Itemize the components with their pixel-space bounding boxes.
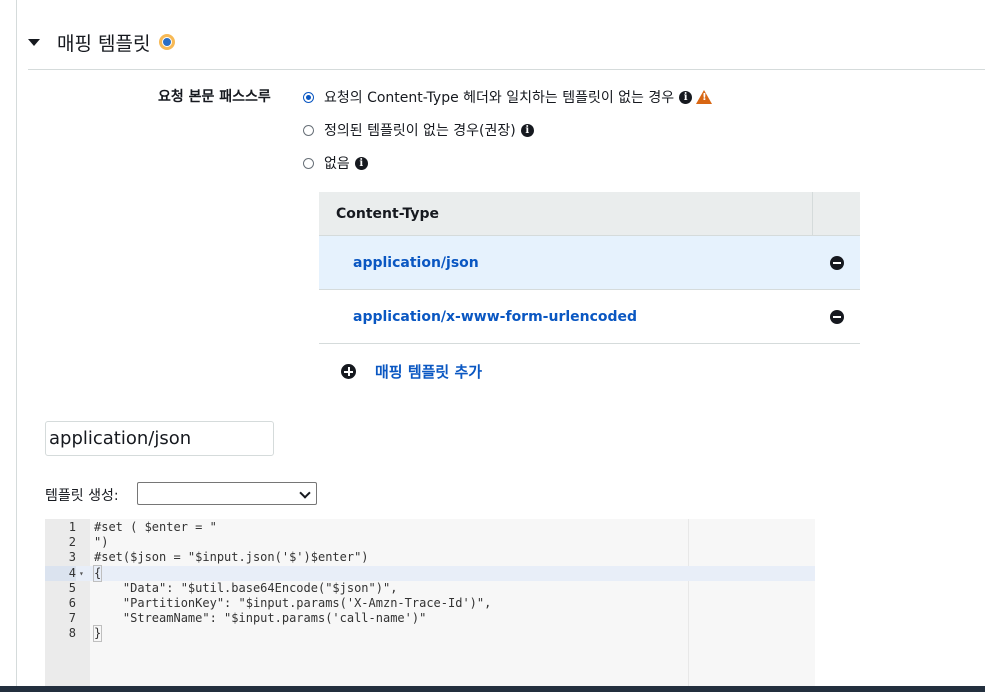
line-number: 5 bbox=[68, 580, 76, 595]
section-header[interactable]: 매핑 템플릿 bbox=[28, 28, 176, 56]
info-icon[interactable]: i bbox=[520, 123, 534, 137]
code-text: "PartitionKey": "$input.params('X-Amzn-T… bbox=[94, 596, 492, 610]
code-text: "Data": "$util.base64Encode("$json")", bbox=[94, 580, 398, 595]
option-label: 요청의 Content-Type 헤더와 일치하는 템플릿이 없는 경우 bbox=[324, 90, 675, 106]
code-text: #set ( $enter = " bbox=[94, 520, 217, 534]
add-mapping-template-label: 매핑 템플릿 추가 bbox=[375, 363, 483, 381]
table-header: Content-Type bbox=[319, 192, 860, 236]
code-line[interactable]: 8} bbox=[45, 625, 815, 643]
line-number: 3 bbox=[68, 550, 76, 565]
code-text: { bbox=[92, 564, 103, 582]
table-row[interactable]: application/json bbox=[319, 236, 860, 290]
content-type-input[interactable] bbox=[45, 421, 274, 456]
content-type-link[interactable]: application/json bbox=[353, 255, 479, 271]
option-label: 정의된 템플릿이 없는 경우(권장) bbox=[324, 123, 516, 139]
line-number: 8 bbox=[68, 626, 76, 641]
radio-button[interactable] bbox=[303, 124, 314, 136]
code-text: "StreamName": "$input.params('call-name'… bbox=[94, 611, 427, 626]
code-line[interactable]: 4 ▾ { bbox=[45, 564, 815, 582]
passthrough-label: 요청 본문 패스스루 bbox=[158, 89, 271, 105]
line-number: 1 bbox=[68, 520, 76, 534]
passthrough-option-when-no-match[interactable]: 요청의 Content-Type 헤더와 일치하는 템플릿이 없는 경우 i ! bbox=[303, 87, 713, 107]
radio-button[interactable] bbox=[303, 91, 314, 103]
code-line[interactable]: 5 "Data": "$util.base64Encode("$json")", bbox=[45, 581, 815, 596]
caret-down-icon[interactable] bbox=[28, 38, 40, 46]
code-line[interactable]: 6 "PartitionKey": "$input.params('X-Amzn… bbox=[45, 596, 815, 611]
plus-circle-icon bbox=[341, 364, 356, 379]
remove-icon[interactable] bbox=[830, 255, 844, 270]
code-line[interactable]: 1 #set ( $enter = " bbox=[45, 520, 815, 535]
fold-arrow-icon[interactable]: ▾ bbox=[79, 566, 84, 581]
table-row[interactable]: application/x-www-form-urlencoded bbox=[319, 290, 860, 344]
passthrough-option-when-no-templates[interactable]: 정의된 템플릿이 없는 경우(권장) i bbox=[303, 120, 534, 140]
radio-button[interactable] bbox=[303, 157, 314, 169]
left-border bbox=[16, 0, 17, 692]
line-number: 7 bbox=[68, 611, 76, 626]
content-type-link[interactable]: application/x-www-form-urlencoded bbox=[353, 309, 637, 325]
info-icon[interactable]: i bbox=[354, 156, 368, 170]
option-label: 없음 bbox=[324, 156, 350, 172]
code-text: #set($json = "$input.json('$')$enter") bbox=[94, 550, 369, 565]
line-number: 6 bbox=[68, 596, 76, 610]
code-text: ") bbox=[94, 535, 109, 550]
code-line[interactable]: 7 "StreamName": "$input.params('call-nam… bbox=[45, 611, 815, 626]
info-icon[interactable]: i bbox=[679, 90, 693, 104]
generate-template-select[interactable] bbox=[137, 482, 317, 505]
section-title: 매핑 템플릿 bbox=[57, 32, 151, 55]
line-number: 2 bbox=[68, 535, 76, 550]
section-divider bbox=[28, 69, 985, 70]
add-mapping-template-button[interactable]: 매핑 템플릿 추가 bbox=[341, 361, 482, 382]
generate-template-label: 템플릿 생성: bbox=[45, 488, 119, 504]
code-text: } bbox=[92, 625, 103, 643]
warning-icon: ! bbox=[696, 90, 713, 104]
remove-icon[interactable] bbox=[830, 309, 844, 324]
footer-bar bbox=[0, 686, 985, 692]
passthrough-option-never[interactable]: 없음 i bbox=[303, 153, 368, 173]
code-line[interactable]: 3 #set($json = "$input.json('$')$enter") bbox=[45, 550, 815, 565]
content-type-table: Content-Type application/json applicatio… bbox=[319, 192, 860, 344]
column-header-content-type: Content-Type bbox=[336, 205, 439, 222]
code-editor[interactable]: 1 #set ( $enter = " 2 ") 3 #set($json = "$inp… bbox=[45, 519, 815, 692]
code-line[interactable]: 2 ") bbox=[45, 535, 815, 550]
info-badge-icon[interactable] bbox=[159, 34, 176, 50]
line-number: 4 bbox=[45, 565, 76, 581]
column-divider bbox=[812, 192, 813, 236]
